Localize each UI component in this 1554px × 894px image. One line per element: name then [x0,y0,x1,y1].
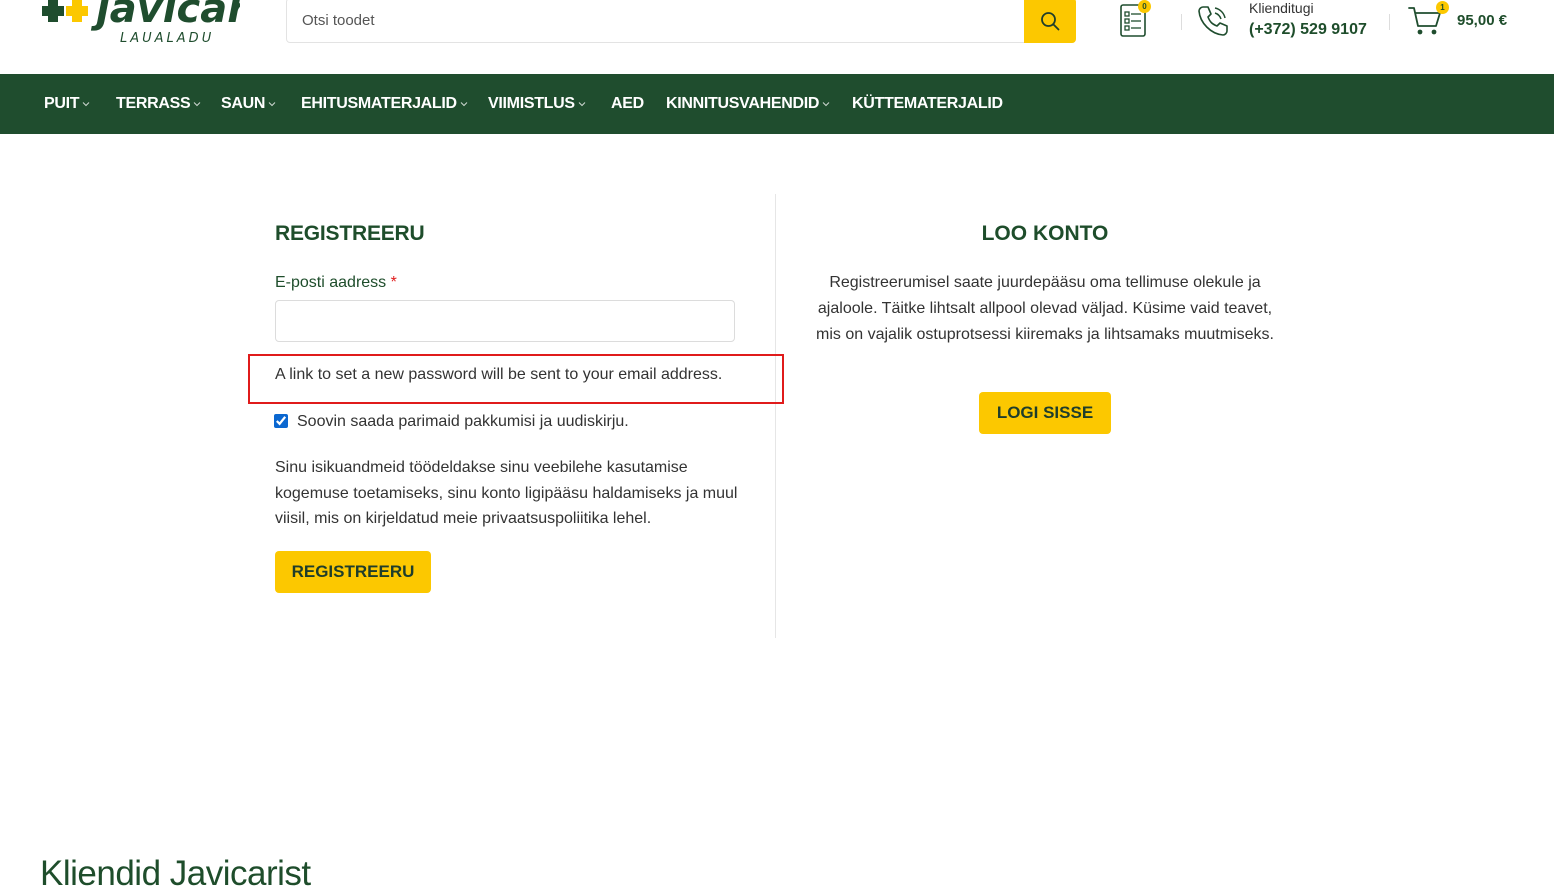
nav-item-viimistlus[interactable]: VIIMISTLUS [488,74,586,134]
nav-item-kuttematerjalid[interactable]: KÜTTEMATERJALID [852,74,1003,134]
chevron-down-icon [578,102,586,107]
search-bar [286,0,1076,43]
column-divider [775,194,776,638]
support-phone[interactable]: (+372) 529 9107 [1249,21,1367,39]
email-label: E-posti aadress * [275,274,397,292]
newsletter-checkbox[interactable] [274,414,288,428]
support-phone-link[interactable] [1196,3,1230,37]
required-mark: * [390,274,397,291]
testimonials-heading: Kliendid Javicarist [40,854,311,893]
nav-item-label: PUIT [44,95,80,112]
cart-total[interactable]: 95,00 € [1457,12,1507,29]
nav-item-label: AED [611,95,644,112]
nav-item-kinnitusvahendid[interactable]: KINNITUSVAHENDID [666,74,830,134]
chevron-down-icon [822,102,830,107]
header-divider [1389,14,1390,30]
nav-item-terrass[interactable]: TERRASS [116,74,201,134]
email-field[interactable] [275,300,735,342]
wishlist-button[interactable]: 0 [1119,0,1151,38]
search-button[interactable] [1024,0,1076,43]
privacy-text: Sinu isikuandmeid töödeldakse sinu veebi… [275,459,738,527]
cart-button[interactable]: 1 [1407,1,1449,38]
newsletter-label[interactable]: Soovin saada parimaid pakkumisi ja uudis… [297,413,629,431]
javicar-logo[interactable]: javicar LAUALADU [40,0,249,50]
nav-item-label: KINNITUSVAHENDID [666,95,820,112]
main-navigation: PUIT TERRASS SAUN EHITUSMATERJALID VIIMI… [0,74,1554,134]
chevron-down-icon [460,102,468,107]
wishlist-count-badge: 0 [1138,0,1151,13]
nav-item-saun[interactable]: SAUN [221,74,276,134]
create-account-title: LOO KONTO [981,222,1109,245]
header-divider [1181,14,1182,30]
password-link-note: A link to set a new password will be sen… [275,366,723,383]
search-icon [1041,11,1060,30]
register-title: REGISTREERU [275,222,425,245]
phone-icon [1198,6,1228,36]
chevron-down-icon [82,102,90,107]
nav-item-ehitusmaterjalid[interactable]: EHITUSMATERJALID [301,74,468,134]
site-header: javicar LAUALADU 0 [0,0,1554,74]
nav-item-label: VIIMISTLUS [488,95,575,112]
email-label-text: E-posti aadress [275,274,387,291]
chevron-down-icon [194,102,201,107]
cart-count-badge: 1 [1436,1,1449,14]
nav-item-label: SAUN [221,95,266,112]
chevron-down-icon [268,102,276,107]
support-label: Klienditugi [1249,0,1314,16]
nav-item-label: KÜTTEMATERJALID [852,95,1003,112]
nav-item-aed[interactable]: AED [611,74,644,134]
svg-text:LAUALADU: LAUALADU [120,31,214,46]
svg-text:javicar: javicar [90,0,240,32]
register-button[interactable]: REGISTREERU [275,551,431,593]
create-account-text: Registreerumisel saate juurdepääsu oma t… [816,274,1274,343]
login-button[interactable]: LOGI SISSE [979,392,1111,434]
nav-item-label: TERRASS [116,95,191,112]
search-input[interactable] [287,0,1022,42]
nav-item-puit[interactable]: PUIT [44,74,90,134]
nav-item-label: EHITUSMATERJALID [301,95,457,112]
